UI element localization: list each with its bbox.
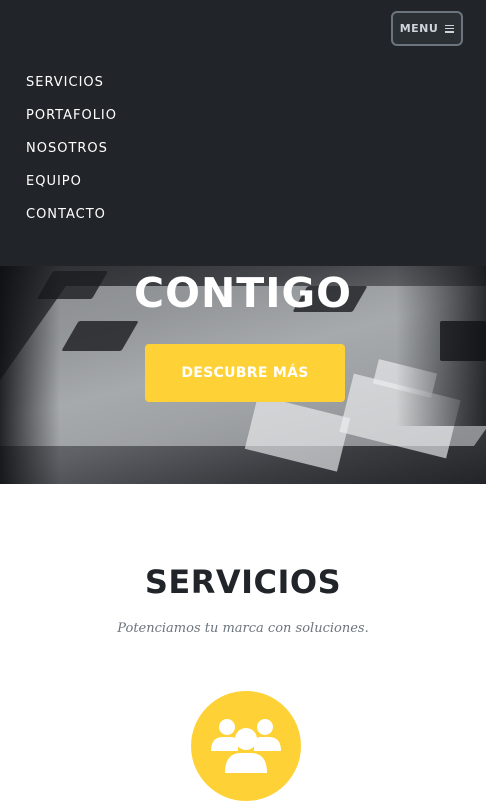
hamburger-icon bbox=[445, 24, 455, 33]
hero-title: CONTIGO bbox=[134, 269, 352, 317]
menu-toggle-button[interactable]: MENU bbox=[391, 11, 463, 46]
navbar: MENU SERVICIOS PORTAFOLIO NOSOTROS EQUIP… bbox=[0, 0, 486, 266]
discover-more-button[interactable]: DESCUBRE MÁS bbox=[145, 344, 345, 402]
nav-item-servicios[interactable]: SERVICIOS bbox=[26, 73, 117, 106]
nav-menu: SERVICIOS PORTAFOLIO NOSOTROS EQUIPO CON… bbox=[26, 73, 117, 238]
nav-item-portafolio[interactable]: PORTAFOLIO bbox=[26, 106, 117, 139]
users-icon bbox=[211, 719, 281, 773]
nav-item-equipo[interactable]: EQUIPO bbox=[26, 172, 117, 205]
nav-item-contacto[interactable]: CONTACTO bbox=[26, 205, 117, 238]
service-icon-circle bbox=[191, 691, 301, 801]
section-subheading: Potenciamos tu marca con soluciones. bbox=[117, 621, 369, 636]
section-heading: SERVICIOS bbox=[144, 563, 342, 601]
menu-toggle-label: MENU bbox=[399, 22, 439, 35]
hero-section: CONTIGO DESCUBRE MÁS bbox=[0, 266, 486, 484]
nav-item-nosotros[interactable]: NOSOTROS bbox=[26, 139, 117, 172]
